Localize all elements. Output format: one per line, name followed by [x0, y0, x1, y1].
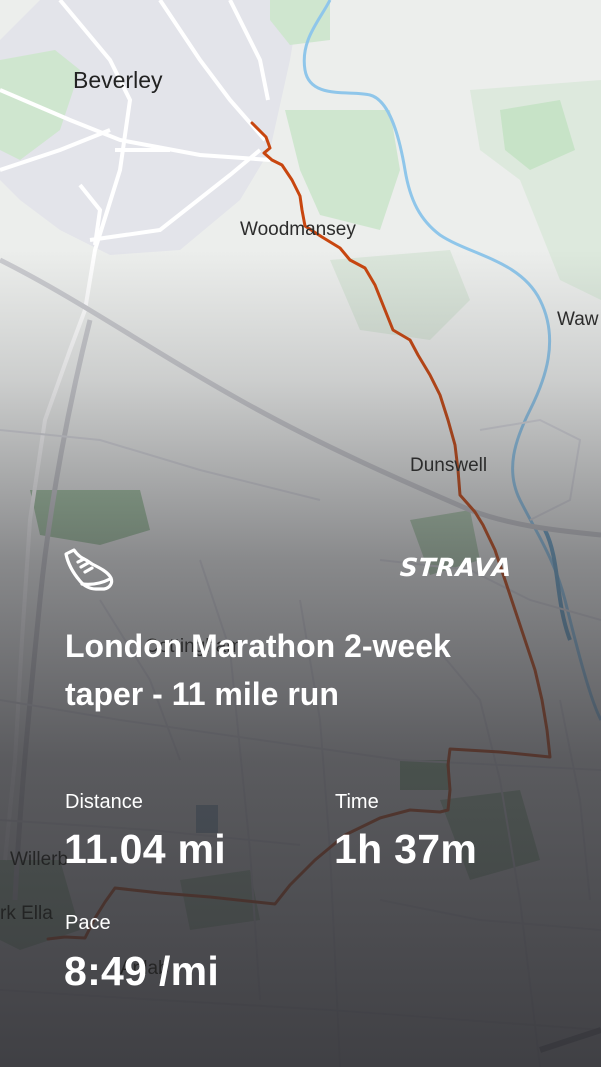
place-label-wawne: Waw [557, 309, 599, 330]
time-value: 1h 37m [334, 826, 478, 872]
activity-share-card: Beverley Woodmansey Waw Dunswell Cotting… [0, 0, 601, 1067]
woodland [400, 760, 450, 790]
route-map[interactable] [0, 0, 601, 1067]
strava-logo: STRAVA [398, 553, 513, 582]
place-label-kirk-ella: rk Ella [0, 903, 53, 924]
time-label: Time [335, 791, 379, 813]
place-label-dunswell: Dunswell [410, 455, 488, 476]
place-label-beverley: Beverley [73, 67, 163, 93]
running-shoe-icon [64, 548, 114, 591]
place-label-willerby: Willerb [10, 849, 69, 870]
place-label-woodmansey: Woodmansey [240, 219, 356, 240]
distance-value: 11.04 mi [64, 826, 226, 872]
pace-label: Pace [65, 912, 111, 934]
activity-title: London Marathon 2-week taper - 11 mile r… [65, 628, 451, 712]
distance-label: Distance [65, 791, 143, 813]
pace-value: 8:49 /mi [64, 948, 220, 994]
